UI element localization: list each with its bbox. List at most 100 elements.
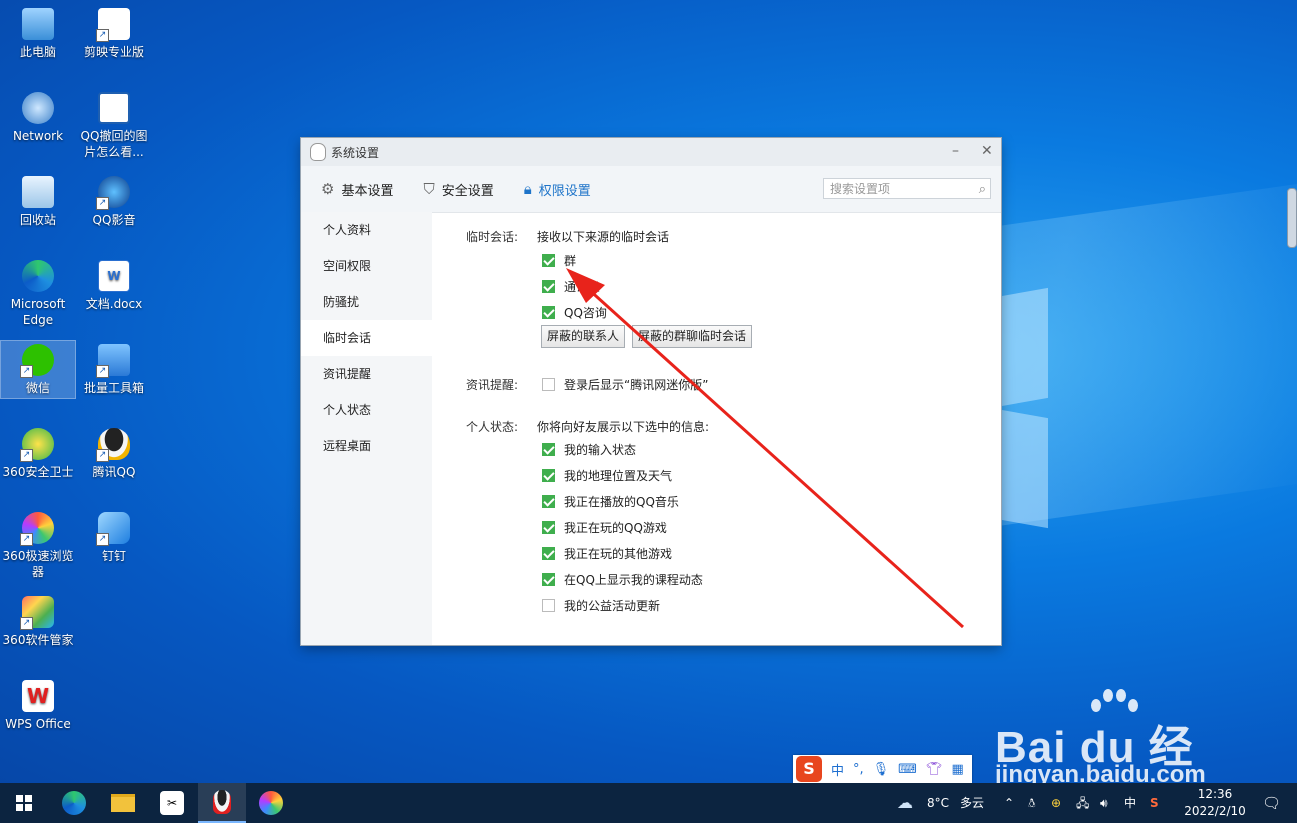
ime-punctuation-toggle[interactable]: °, xyxy=(853,762,864,777)
checkbox-icon xyxy=(542,547,555,560)
floating-scroll-handle[interactable] xyxy=(1287,188,1297,248)
network-icon xyxy=(22,92,54,124)
microphone-icon[interactable]: 🎙︎ xyxy=(873,762,890,777)
ime-language-indicator[interactable]: 中 xyxy=(1124,783,1136,823)
sidebar-item-anti-harassment[interactable]: 防骚扰 xyxy=(301,284,432,320)
desktop-icon-qq-player[interactable]: ↗ QQ影音 xyxy=(77,176,151,228)
checkbox-group[interactable]: 群 xyxy=(542,252,576,269)
checkbox-show-mini-news[interactable]: 登录后显示“腾讯网迷你版” xyxy=(542,376,708,393)
tab-permission-settings[interactable]: 🔒︎ 权限设置 xyxy=(524,180,591,199)
checkbox-course-activity[interactable]: 在QQ上显示我的课程动态 xyxy=(542,571,703,588)
360-security-icon: ↗ xyxy=(20,428,54,462)
sidebar-item-personal-status[interactable]: 个人状态 xyxy=(301,392,432,428)
edge-icon xyxy=(62,791,86,815)
ime-language-toggle[interactable]: 中 xyxy=(831,760,844,779)
system-clock[interactable]: 12:36 2022/2/10 xyxy=(1180,786,1250,820)
taskbar-edge[interactable] xyxy=(50,783,98,823)
checkbox-location-weather[interactable]: 我的地理位置及天气 xyxy=(542,467,672,484)
chevron-up-icon[interactable]: ⌃ xyxy=(1004,783,1014,823)
desktop-icon-360-security[interactable]: ↗ 360安全卫士 xyxy=(1,428,75,480)
checkbox-icon xyxy=(542,378,555,391)
edge-icon xyxy=(22,260,54,292)
qq-tray-icon[interactable]: 🐧︎ xyxy=(1028,783,1035,823)
skin-icon[interactable]: 👕︎ xyxy=(926,762,943,777)
toolbox-grid-icon[interactable]: ▦ xyxy=(951,762,963,777)
checkbox-input-status[interactable]: 我的输入状态 xyxy=(542,441,636,458)
desktop-icon-toolbox[interactable]: ↗ 批量工具箱 xyxy=(77,344,151,396)
start-button[interactable] xyxy=(0,783,48,823)
desktop-icon-network[interactable]: Network xyxy=(1,92,75,144)
temp-session-label: 临时会话: xyxy=(466,230,519,244)
taskbar-capcut[interactable]: ✂ xyxy=(148,783,196,823)
desktop-icon-360-software[interactable]: ↗ 360软件管家 xyxy=(1,596,75,648)
taskbar-file-explorer[interactable] xyxy=(99,783,147,823)
checkbox-contacts[interactable]: 通讯录 xyxy=(542,278,600,295)
360-tray-icon[interactable]: ⊕ xyxy=(1051,783,1061,823)
qq-icon: ↗ xyxy=(96,428,130,462)
qq-player-icon: ↗ xyxy=(96,176,130,210)
folder-icon xyxy=(111,794,135,812)
checkbox-icon xyxy=(542,443,555,456)
sidebar-item-news-reminder[interactable]: 资讯提醒 xyxy=(301,356,432,392)
dialog-titlebar[interactable]: 系统设置 – ✕ xyxy=(301,138,1001,166)
capcut-icon: ↗ xyxy=(96,8,130,42)
checkbox-icon xyxy=(542,495,555,508)
desktop-icon-dingtalk[interactable]: ↗ 钉钉 xyxy=(77,512,151,564)
windows-icon xyxy=(16,795,32,811)
tab-basic-settings[interactable]: ⚙ 基本设置 xyxy=(321,180,393,199)
sidebar-item-remote-desktop[interactable]: 远程桌面 xyxy=(301,428,432,464)
settings-sidebar: 个人资料 空间权限 防骚扰 临时会话 资讯提醒 个人状态 远程桌面 xyxy=(301,212,432,645)
minimize-button[interactable]: – xyxy=(952,143,959,159)
blocked-contacts-button[interactable]: 屏蔽的联系人 xyxy=(541,325,626,348)
checkbox-charity-update[interactable]: 我的公益活动更新 xyxy=(542,597,660,614)
checkbox-icon xyxy=(542,573,555,586)
settings-content: 临时会话: 接收以下来源的临时会话 群 通讯录 QQ咨询 屏蔽的联系人 屏蔽的群… xyxy=(432,212,1001,645)
checkbox-qq-game[interactable]: 我正在玩的QQ游戏 xyxy=(542,519,667,536)
tab-security-settings[interactable]: ⛉ 安全设置 xyxy=(423,180,493,199)
checkbox-icon xyxy=(542,469,555,482)
desktop-icon-wechat[interactable]: ↗ 微信 xyxy=(0,340,76,399)
desktop-icon-capcut[interactable]: ↗ 剪映专业版 xyxy=(77,8,151,60)
cloud-icon[interactable]: ☁ xyxy=(897,783,913,823)
desktop-icon-this-pc[interactable]: 此电脑 xyxy=(1,8,75,60)
computer-icon xyxy=(22,8,54,40)
network-tray-icon[interactable]: 🖧︎ xyxy=(1076,783,1089,823)
keyboard-icon[interactable]: ⌨ xyxy=(898,762,917,777)
sidebar-item-temp-session[interactable]: 临时会话 xyxy=(301,320,432,356)
checkbox-qq-music[interactable]: 我正在播放的QQ音乐 xyxy=(542,493,679,510)
volume-icon[interactable]: 🔊︎ xyxy=(1100,783,1108,823)
blocked-group-sessions-button[interactable]: 屏蔽的群聊临时会话 xyxy=(632,325,753,348)
toolbox-icon: ↗ xyxy=(96,344,130,378)
checkbox-icon xyxy=(542,306,555,319)
recycle-bin-icon xyxy=(22,176,54,208)
weather-description[interactable]: 多云 xyxy=(960,783,984,823)
watermark-url: jingyan.baidu.com xyxy=(995,761,1206,783)
checkbox-icon xyxy=(542,599,555,612)
weather-temperature[interactable]: 8°C xyxy=(927,783,949,823)
taskbar-qq[interactable] xyxy=(198,783,246,823)
sogou-logo-icon[interactable]: S xyxy=(796,756,822,782)
desktop-icon-qq[interactable]: ↗ 腾讯QQ xyxy=(77,428,151,480)
desktop-icon-wps[interactable]: W WPS Office xyxy=(1,680,75,732)
checkbox-other-game[interactable]: 我正在玩的其他游戏 xyxy=(542,545,672,562)
desktop-icon-360-browser[interactable]: ↗ 360极速浏览器 xyxy=(1,512,75,580)
sidebar-item-profile[interactable]: 个人资料 xyxy=(301,212,432,248)
360-browser-icon xyxy=(259,791,283,815)
close-button[interactable]: ✕ xyxy=(981,143,993,159)
search-icon: ⌕ xyxy=(978,182,986,197)
sidebar-item-space-permission[interactable]: 空间权限 xyxy=(301,248,432,284)
checkbox-qq-consult[interactable]: QQ咨询 xyxy=(542,304,607,321)
desktop-icon-qq-doc[interactable]: QQ撤回的图片怎么看... xyxy=(77,92,151,160)
desktop-icon-edge[interactable]: Microsoft Edge xyxy=(1,260,75,328)
360-software-icon: ↗ xyxy=(20,596,54,630)
checkbox-icon xyxy=(542,521,555,534)
desktop-icon-recycle-bin[interactable]: 回收站 xyxy=(1,176,75,228)
sogou-tray-icon[interactable]: S xyxy=(1150,783,1159,823)
news-reminder-label: 资讯提醒: xyxy=(466,378,519,392)
taskbar-360-browser[interactable] xyxy=(247,783,295,823)
desktop-icon-word-doc[interactable]: W 文档.docx xyxy=(77,260,151,312)
personal-status-desc: 你将向好友展示以下选中的信息: xyxy=(537,420,710,434)
search-input[interactable]: 搜索设置项 ⌕ xyxy=(823,178,991,199)
notification-icon[interactable]: 🗨︎ xyxy=(1262,783,1281,823)
word-doc-icon: W xyxy=(98,260,130,292)
